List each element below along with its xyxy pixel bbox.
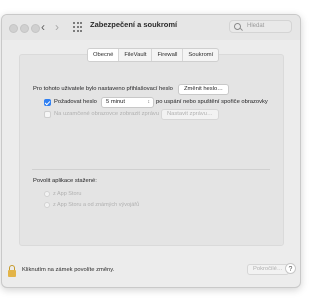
require-password-checkbox[interactable] [44,99,51,106]
help-button[interactable]: ? [285,263,296,274]
search-icon [234,23,241,30]
window-title: Zabezpečení a soukromí [90,20,178,29]
radio-app-store-label: z App Storu [53,191,82,197]
advanced-button[interactable]: Pokročilé… [247,264,289,275]
grid-icon[interactable] [73,22,83,32]
search-input[interactable]: Hledat [229,20,292,33]
require-password-delay-value: 5 minut [106,99,126,105]
radio-app-store[interactable] [44,191,50,197]
tab-privacy[interactable]: Soukromí [182,49,218,61]
zoom-window-button[interactable] [31,24,40,33]
radio-app-store-identified-label: z App Storu a od známých vývojářů [53,202,140,208]
password-info-label: Pro tohoto uživatele bylo nastaveno přih… [33,86,173,92]
close-window-button[interactable] [9,24,18,33]
titlebar: ‹ › Zabezpečení a soukromí Hledat [2,15,300,40]
chevron-right-icon[interactable]: › [55,21,59,33]
section-divider [32,169,270,170]
tab-bar: Obecné FileVault Firewall Soukromí [87,48,220,62]
lock-message-label: Na uzamčené obrazovce zobrazit zprávu [54,111,160,117]
radio-app-store-identified[interactable] [44,202,50,208]
lock-icon[interactable] [8,265,16,277]
allow-apps-label: Povolit aplikace stažené: [33,178,97,184]
chevron-left-icon[interactable]: ‹ [41,21,45,33]
minimize-window-button[interactable] [20,24,29,33]
require-password-suffix: po uspání nebo spuštění spořiče obrazovk… [156,99,268,105]
search-placeholder: Hledat [247,23,265,29]
preferences-window: ‹ › Zabezpečení a soukromí Hledat Obecné… [1,14,301,288]
footer-bar: Kliknutím na zámek povolíte změny. Pokro… [2,257,300,287]
tab-general[interactable]: Obecné [88,49,119,61]
lock-hint: Kliknutím na zámek povolíte změny. [22,267,115,273]
require-password-label: Požadovat heslo [54,99,97,105]
chevron-updown-icon: ↕ [147,99,151,105]
change-password-button[interactable]: Změnit heslo… [178,84,229,95]
set-message-button[interactable]: Nastavit zprávu… [161,109,219,120]
general-panel: Pro tohoto uživatele bylo nastaveno přih… [19,54,284,246]
require-password-delay-select[interactable]: 5 minut ↕ [101,97,154,108]
tab-firewall[interactable]: Firewall [151,49,182,61]
lock-message-checkbox[interactable] [44,111,51,118]
tab-filevault[interactable]: FileVault [118,49,151,61]
